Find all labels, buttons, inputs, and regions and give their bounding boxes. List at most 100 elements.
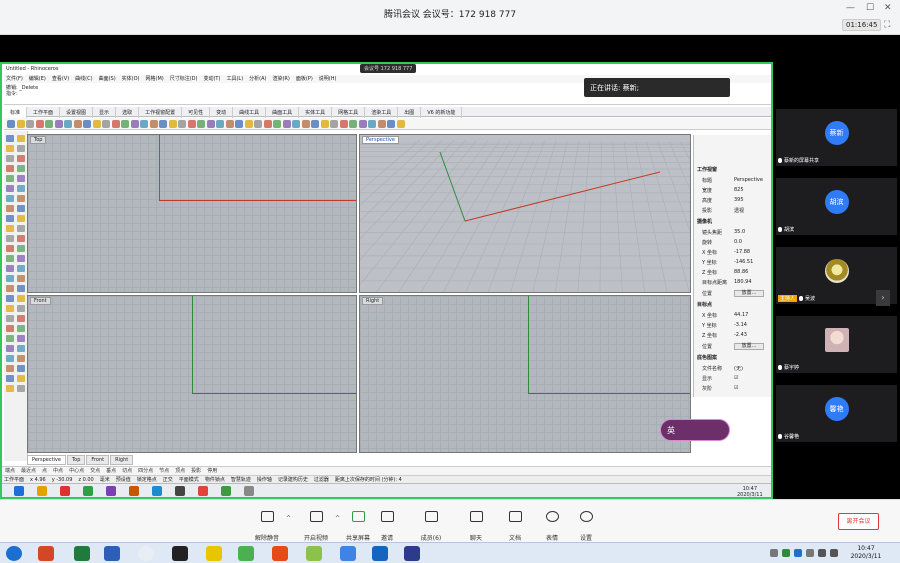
- leave-meeting-button[interactable]: 离开会议: [838, 513, 879, 530]
- tool-icon[interactable]: [111, 120, 120, 128]
- menu-item[interactable]: 文件(F): [6, 76, 23, 82]
- qq-icon[interactable]: [172, 546, 188, 561]
- tool-icon[interactable]: [17, 135, 25, 142]
- chevron-right-icon[interactable]: ›: [876, 290, 890, 306]
- osnap-option[interactable]: 中点: [53, 468, 63, 474]
- tool-icon[interactable]: [377, 120, 386, 128]
- width-value[interactable]: 825: [734, 187, 744, 193]
- tool-icon[interactable]: [130, 120, 139, 128]
- tool-icon[interactable]: [6, 205, 14, 212]
- tool-icon[interactable]: [292, 120, 300, 128]
- settings-button[interactable]: 设置: [560, 505, 612, 542]
- tool-icon[interactable]: [54, 120, 63, 128]
- tool-icon[interactable]: [178, 120, 186, 128]
- menu-item[interactable]: 分析(A): [249, 76, 266, 82]
- app-icon[interactable]: [221, 486, 231, 496]
- viewport-label-top[interactable]: Top: [30, 136, 47, 144]
- tool-icon[interactable]: [6, 265, 14, 272]
- viewport-top[interactable]: Top: [27, 134, 357, 293]
- grayscale-checkbox[interactable]: ☑: [734, 385, 738, 391]
- tool-icon[interactable]: [6, 215, 14, 222]
- tool-icon[interactable]: [17, 295, 25, 302]
- tool-icon[interactable]: [17, 225, 25, 232]
- toolbar-tab[interactable]: 标准: [4, 107, 28, 118]
- toolbar-tab[interactable]: 选取: [116, 107, 140, 118]
- menu-item[interactable]: 网格(M): [146, 76, 164, 82]
- target-distance-value[interactable]: 180.94: [734, 279, 752, 285]
- tool-icon[interactable]: [17, 345, 25, 352]
- tool-icon[interactable]: [6, 235, 14, 242]
- tool-icon[interactable]: [216, 120, 224, 128]
- app-icon[interactable]: [60, 486, 70, 496]
- tool-icon[interactable]: [17, 325, 25, 332]
- tool-icon[interactable]: [6, 385, 14, 392]
- tray-icon[interactable]: [818, 549, 826, 557]
- app-icon[interactable]: [306, 546, 322, 561]
- projection-select[interactable]: 透视: [734, 207, 744, 214]
- tool-icon[interactable]: [6, 155, 14, 162]
- tray-icon[interactable]: [770, 549, 778, 557]
- minimize-icon[interactable]: —: [846, 3, 855, 13]
- tool-icon[interactable]: [320, 120, 329, 128]
- tool-icon[interactable]: [17, 245, 25, 252]
- toolbar-tab[interactable]: 出图: [398, 107, 422, 118]
- menu-item[interactable]: 工具(L): [226, 76, 243, 82]
- tool-icon[interactable]: [17, 375, 25, 382]
- height-value[interactable]: 395: [734, 197, 744, 203]
- menu-item[interactable]: 变动(T): [203, 76, 220, 82]
- tool-icon[interactable]: [349, 120, 357, 128]
- tool-icon[interactable]: [17, 305, 25, 312]
- tool-icon[interactable]: [17, 315, 25, 322]
- app-icon[interactable]: [206, 546, 222, 561]
- tray-icon[interactable]: [782, 549, 790, 557]
- menu-item[interactable]: 编辑(E): [29, 76, 46, 82]
- tool-icon[interactable]: [6, 365, 14, 372]
- participant-card[interactable]: 蔡新 蔡新的屏幕共享: [776, 109, 897, 166]
- viewport-label-front[interactable]: Front: [30, 297, 51, 305]
- camera-y-value[interactable]: -146.51: [734, 259, 753, 265]
- start-icon[interactable]: [6, 546, 22, 561]
- toolbar-tab[interactable]: 渲染工具: [365, 107, 399, 118]
- wechat-icon[interactable]: [238, 546, 254, 561]
- tool-icon[interactable]: [273, 120, 281, 128]
- tool-icon[interactable]: [6, 145, 14, 152]
- tool-icon[interactable]: [6, 225, 14, 232]
- tool-icon[interactable]: [17, 265, 25, 272]
- target-y-value[interactable]: -3.14: [734, 322, 747, 328]
- app-icon[interactable]: [198, 486, 208, 496]
- file-value[interactable]: (无): [734, 365, 743, 372]
- tool-icon[interactable]: [6, 285, 14, 292]
- camera-place-button[interactable]: 放置...: [734, 290, 764, 297]
- tool-icon[interactable]: [6, 375, 14, 382]
- app-icon[interactable]: [340, 546, 356, 561]
- toolbar-tab[interactable]: 曲面工具: [266, 107, 300, 118]
- tool-icon[interactable]: [6, 165, 14, 172]
- viewport-tab[interactable]: Perspective: [27, 455, 66, 465]
- osnap-option[interactable]: 四分点: [138, 468, 153, 474]
- tool-icon[interactable]: [235, 120, 243, 128]
- tool-icon[interactable]: [330, 120, 338, 128]
- tool-icon[interactable]: [358, 120, 367, 128]
- tool-icon[interactable]: [17, 255, 25, 262]
- tool-icon[interactable]: [6, 255, 14, 262]
- tool-icon[interactable]: [368, 120, 376, 128]
- tool-icon[interactable]: [6, 185, 14, 192]
- tencent-meeting-icon[interactable]: [372, 546, 388, 561]
- tool-icon[interactable]: [64, 120, 72, 128]
- tool-icon[interactable]: [140, 120, 148, 128]
- tool-icon[interactable]: [16, 120, 25, 128]
- participant-card[interactable]: 胡滨 胡滨: [776, 178, 897, 235]
- app-icon[interactable]: [14, 486, 24, 496]
- powerpoint-icon[interactable]: [38, 546, 54, 561]
- tool-icon[interactable]: [73, 120, 82, 128]
- toolbar-tab[interactable]: 曲线工具: [233, 107, 267, 118]
- camera-z-value[interactable]: 88.86: [734, 269, 748, 275]
- toolbar-tab[interactable]: 可见性: [182, 107, 211, 118]
- tool-icon[interactable]: [197, 120, 205, 128]
- tool-icon[interactable]: [6, 305, 14, 312]
- app-icon[interactable]: [272, 546, 288, 561]
- viewport-right[interactable]: Right: [359, 295, 691, 453]
- tool-icon[interactable]: [149, 120, 158, 128]
- tool-icon[interactable]: [45, 120, 53, 128]
- toolbar-tab[interactable]: 工作平面: [27, 107, 61, 118]
